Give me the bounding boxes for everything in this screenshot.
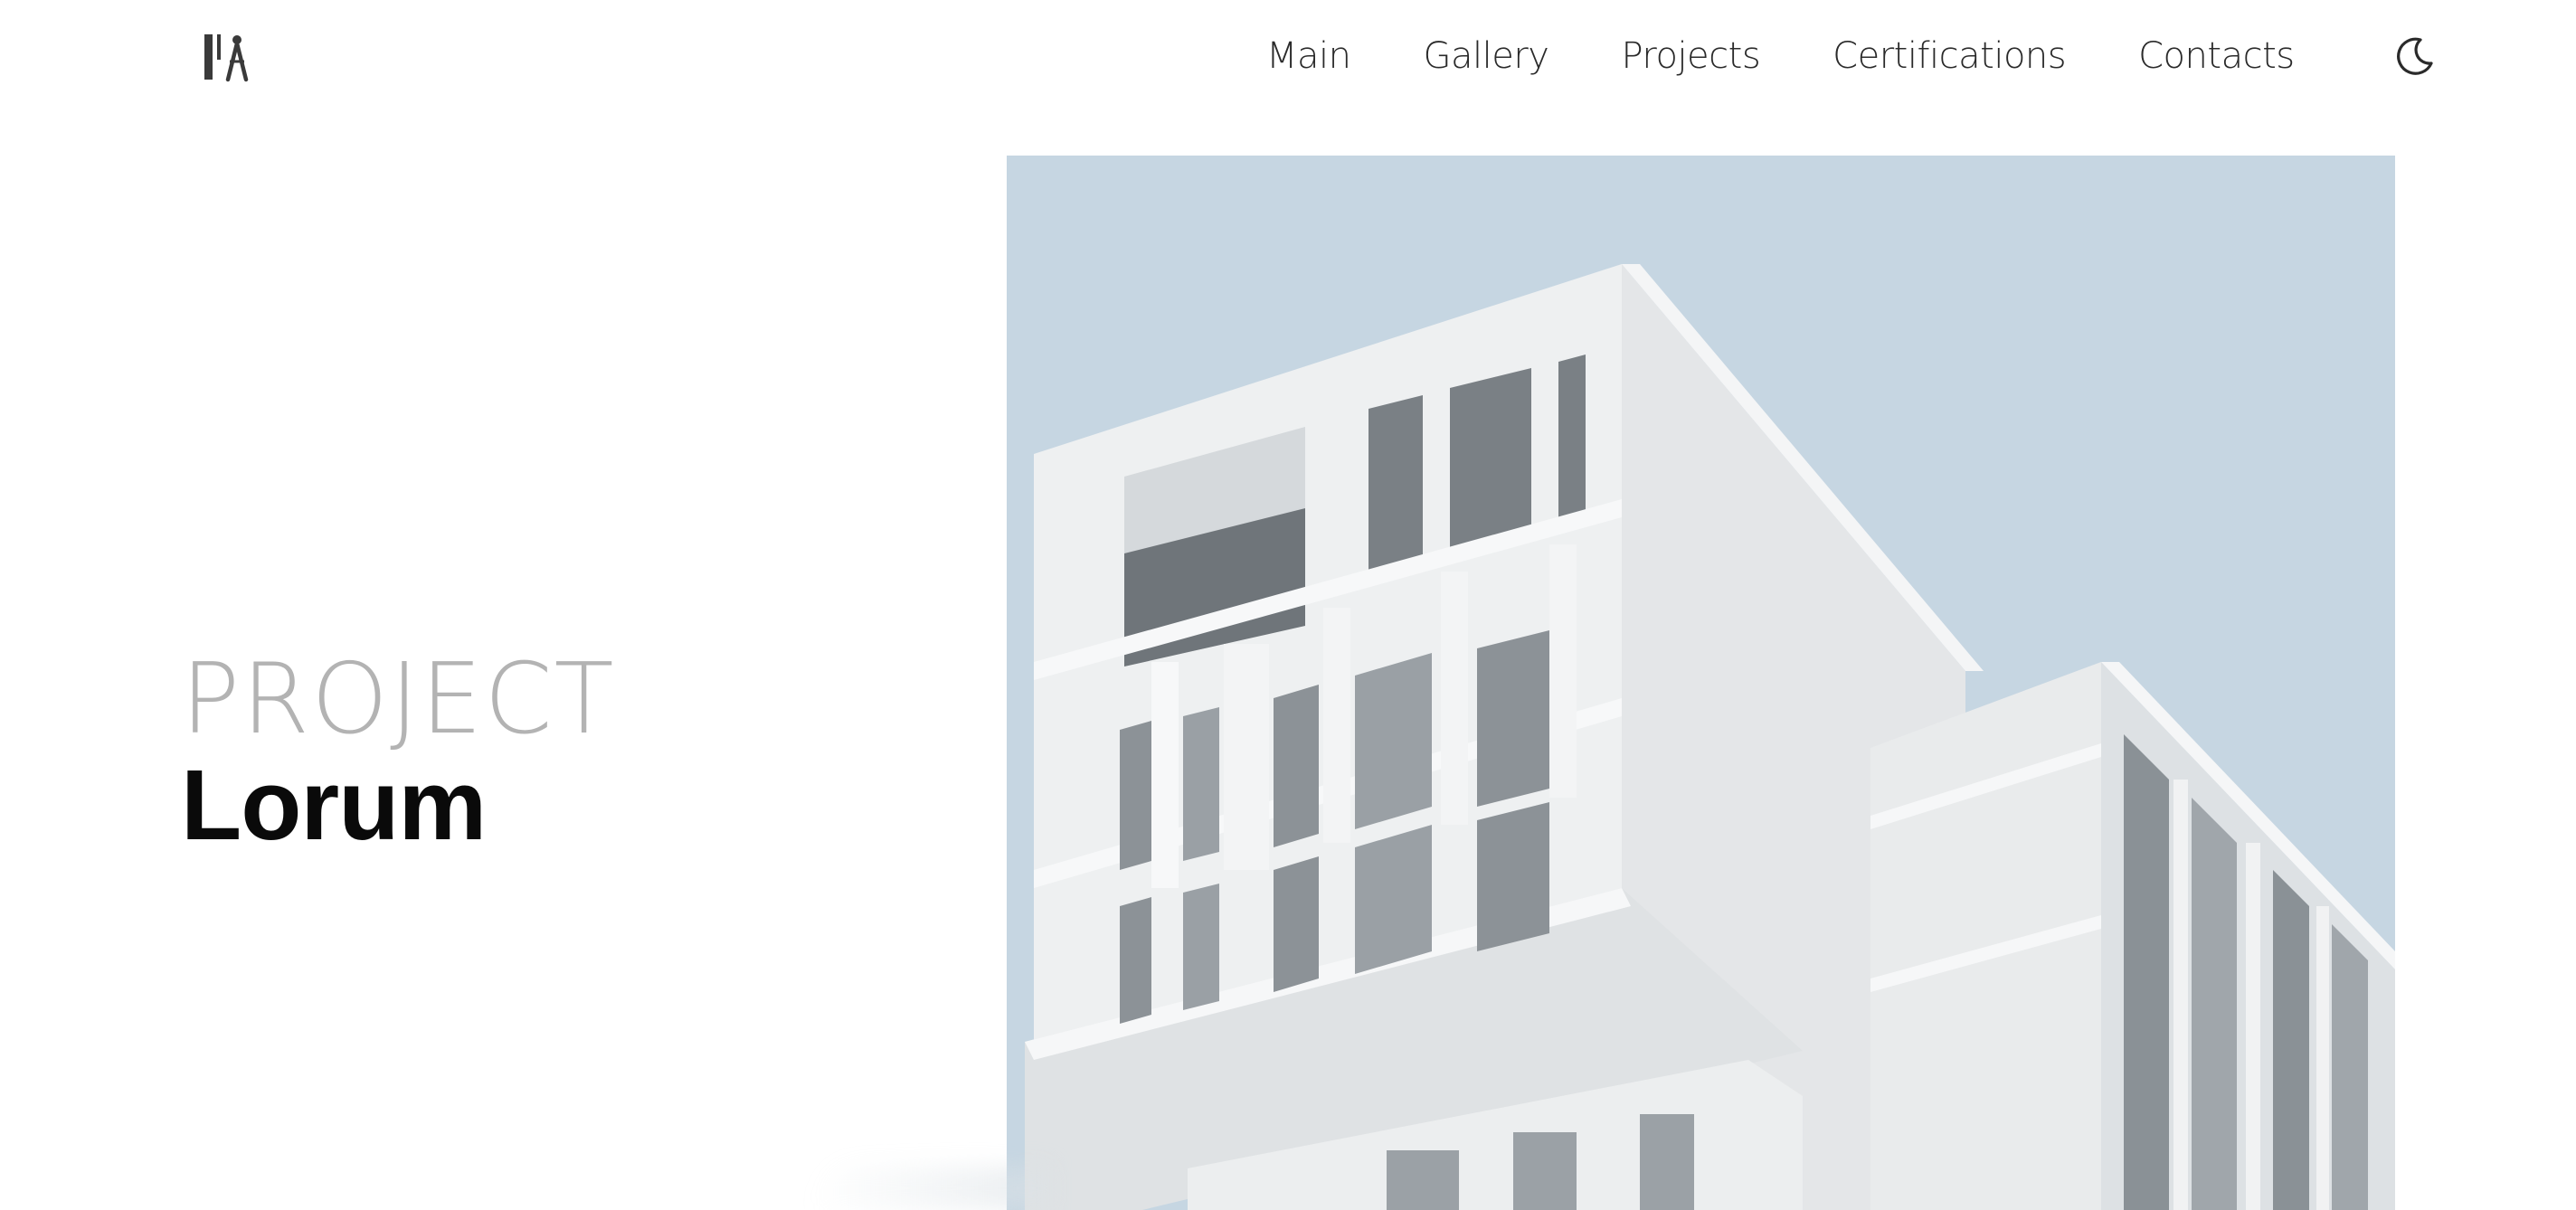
page: Main Gallery Projects Certifications Con… [0,0,2576,1210]
nav-item-gallery[interactable]: Gallery [1424,35,1549,77]
theme-toggle-button[interactable] [2393,34,2437,78]
logo-icon[interactable] [201,31,259,83]
nav-item-contacts[interactable]: Contacts [2138,35,2295,77]
nav-item-certifications[interactable]: Certifications [1833,35,2066,77]
hero-heading: PROJECT Lorum [181,649,616,861]
main-nav: Main Gallery Projects Certifications Con… [1266,27,2295,85]
bottom-shadow [814,1167,1049,1210]
nav-item-main[interactable]: Main [1266,35,1351,77]
nav-item-projects[interactable]: Projects [1621,35,1760,77]
moon-icon [2397,37,2433,75]
hero-title: Lorum [181,750,487,861]
hero-building-image [1007,156,2395,1210]
hero-eyebrow: PROJECT [181,643,616,756]
